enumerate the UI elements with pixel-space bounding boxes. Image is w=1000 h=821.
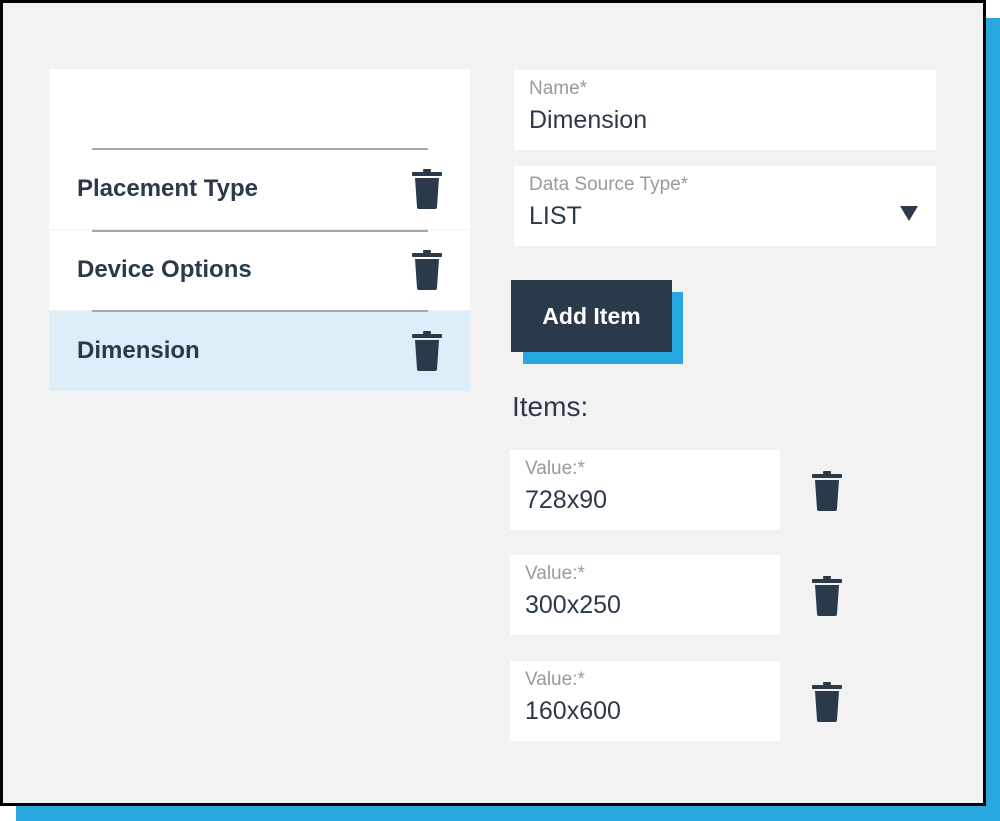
- list-item-dimension[interactable]: Dimension: [49, 311, 470, 391]
- name-field-label: Name*: [529, 78, 588, 99]
- item-value-field[interactable]: Value:* 728x90: [510, 450, 780, 530]
- list-item-device-options[interactable]: Device Options: [49, 230, 470, 310]
- data-source-type-label: Data Source Type*: [529, 174, 689, 195]
- trash-icon[interactable]: [812, 576, 842, 616]
- trash-icon[interactable]: [412, 169, 442, 209]
- item-value-label: Value:*: [525, 563, 585, 584]
- editor-panel: Placement Type Device Options Dimension: [0, 0, 986, 806]
- list-divider: [92, 230, 428, 232]
- item-value-field[interactable]: Value:* 160x600: [510, 661, 780, 741]
- list-item-label: Device Options: [77, 256, 252, 283]
- trash-icon[interactable]: [812, 471, 842, 511]
- name-field[interactable]: Name* Dimension: [514, 70, 936, 150]
- item-value-label: Value:*: [525, 669, 585, 690]
- option-list: Placement Type Device Options Dimension: [49, 69, 470, 391]
- caret-down-icon[interactable]: [900, 206, 918, 221]
- data-source-type-value: LIST: [529, 202, 582, 230]
- trash-icon[interactable]: [412, 331, 442, 371]
- list-item-label: Placement Type: [77, 175, 258, 202]
- item-value-label: Value:*: [525, 458, 585, 479]
- list-item-label: Dimension: [77, 337, 200, 364]
- list-divider: [92, 310, 428, 312]
- list-item-placement-type[interactable]: Placement Type: [49, 149, 470, 229]
- trash-icon[interactable]: [812, 682, 842, 722]
- item-value-field[interactable]: Value:* 300x250: [510, 555, 780, 635]
- items-heading: Items:: [512, 391, 589, 422]
- name-field-value: Dimension: [529, 106, 648, 134]
- list-divider: [92, 148, 428, 150]
- trash-icon[interactable]: [412, 250, 442, 290]
- item-value: 728x90: [525, 486, 608, 514]
- item-value: 160x600: [525, 697, 621, 725]
- list-header: [49, 69, 470, 149]
- item-value: 300x250: [525, 591, 621, 619]
- data-source-type-select[interactable]: Data Source Type* LIST: [514, 166, 936, 246]
- add-item-button[interactable]: Add Item: [511, 280, 672, 352]
